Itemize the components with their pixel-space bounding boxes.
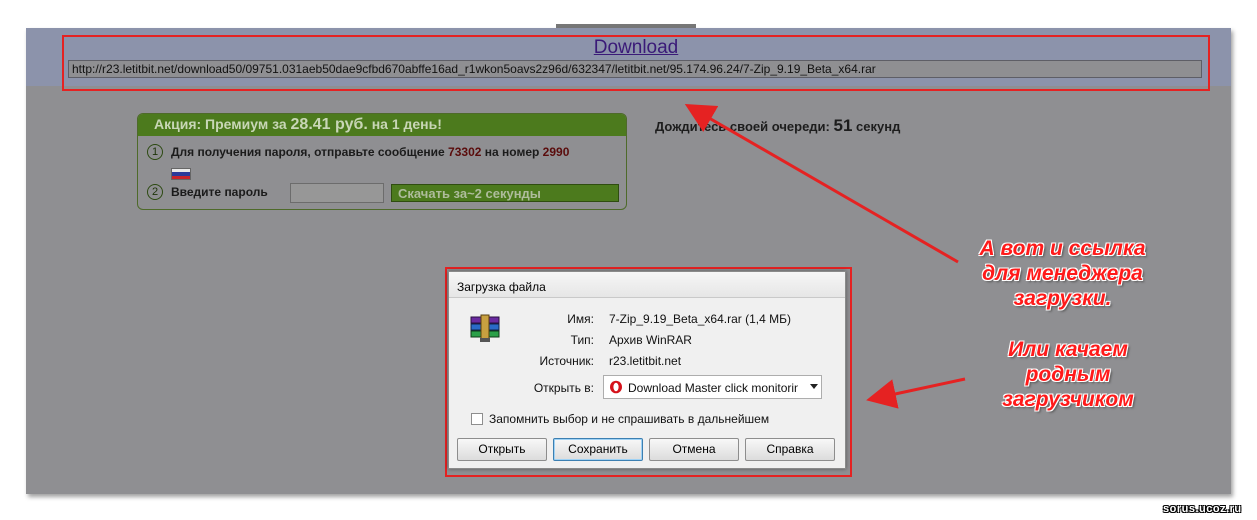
sms-code: 73302: [448, 145, 482, 159]
file-download-dialog: Загрузка файла Имя: 7-Zip_9.19_Beta_x64.…: [448, 271, 846, 469]
password-input[interactable]: [290, 183, 384, 203]
name-label: Имя:: [567, 312, 594, 326]
opera-icon: [610, 380, 622, 394]
step-1-instruction: Для получения пароля, отправьте сообщени…: [171, 145, 445, 159]
native-downloader-annotation-line-2: родным: [1025, 363, 1111, 386]
remember-choice-checkbox[interactable]: [471, 413, 483, 425]
save-button[interactable]: Сохранить: [553, 438, 643, 461]
queue-wait-text: Дождитесь своей очереди: 51 секунд: [655, 116, 900, 136]
type-label: Тип:: [570, 333, 594, 347]
manager-link-annotation-line-2: для менеджера: [982, 262, 1143, 285]
help-button[interactable]: Справка: [745, 438, 835, 461]
queue-seconds: 51: [833, 116, 853, 135]
file-type-value: Архив WinRAR: [609, 333, 692, 347]
step-2-label: Введите пароль: [171, 185, 268, 199]
file-name-value: 7-Zip_9.19_Beta_x64.rar (1,4 МБ): [609, 312, 791, 326]
remember-choice-label[interactable]: Запомнить выбор и не спрашивать в дальне…: [489, 412, 769, 426]
open-in-select[interactable]: Download Master click monitoring: [603, 375, 822, 399]
step-1-mid: на номер: [484, 145, 540, 159]
source-label: Источник:: [539, 354, 594, 368]
step-1-text: Для получения пароля, отправьте сообщени…: [171, 145, 569, 159]
native-downloader-annotation: Или качаем родным загрузчиком: [968, 337, 1168, 412]
premium-promo-box: Акция: Премиум за 28.41 руб. на 1 день! …: [137, 113, 627, 210]
step-2-number: 2: [147, 184, 163, 200]
promo-title-prefix: Акция: Премиум за: [154, 116, 287, 132]
queue-text-prefix: Дождитесь своей очереди:: [655, 119, 830, 134]
native-downloader-annotation-line-1: Или качаем: [1008, 338, 1128, 361]
queue-text-suffix: секунд: [856, 119, 901, 134]
promo-title: Акция: Премиум за 28.41 руб. на 1 день!: [138, 114, 626, 136]
winrar-archive-icon: [470, 314, 500, 342]
promo-price: 28.41 руб.: [290, 116, 368, 133]
sms-number: 2990: [542, 145, 570, 159]
native-downloader-annotation-line-3: загрузчиком: [1002, 388, 1134, 411]
step-1-number: 1: [147, 144, 163, 160]
manager-link-annotation: А вот и ссылка для менеджера загрузки.: [960, 236, 1165, 311]
open-in-label: Открыть в:: [533, 381, 594, 395]
russia-flag-icon: [171, 168, 191, 180]
open-button[interactable]: Открыть: [457, 438, 547, 461]
site-watermark: sorus.ucoz.ru: [1163, 503, 1242, 515]
promo-title-suffix: на 1 день!: [371, 116, 442, 132]
manager-link-annotation-line-3: загрузки.: [1013, 287, 1112, 310]
open-in-value: Download Master click monitoring: [628, 381, 798, 395]
url-highlight-frame: [62, 35, 1210, 91]
manager-link-annotation-line-1: А вот и ссылка: [979, 237, 1146, 260]
dialog-title[interactable]: Загрузка файла: [449, 272, 845, 298]
download-fast-button[interactable]: Скачать за~2 секунды: [391, 184, 619, 202]
chevron-down-icon[interactable]: [810, 384, 818, 389]
cancel-button[interactable]: Отмена: [649, 438, 739, 461]
source-value: r23.letitbit.net: [609, 354, 682, 368]
